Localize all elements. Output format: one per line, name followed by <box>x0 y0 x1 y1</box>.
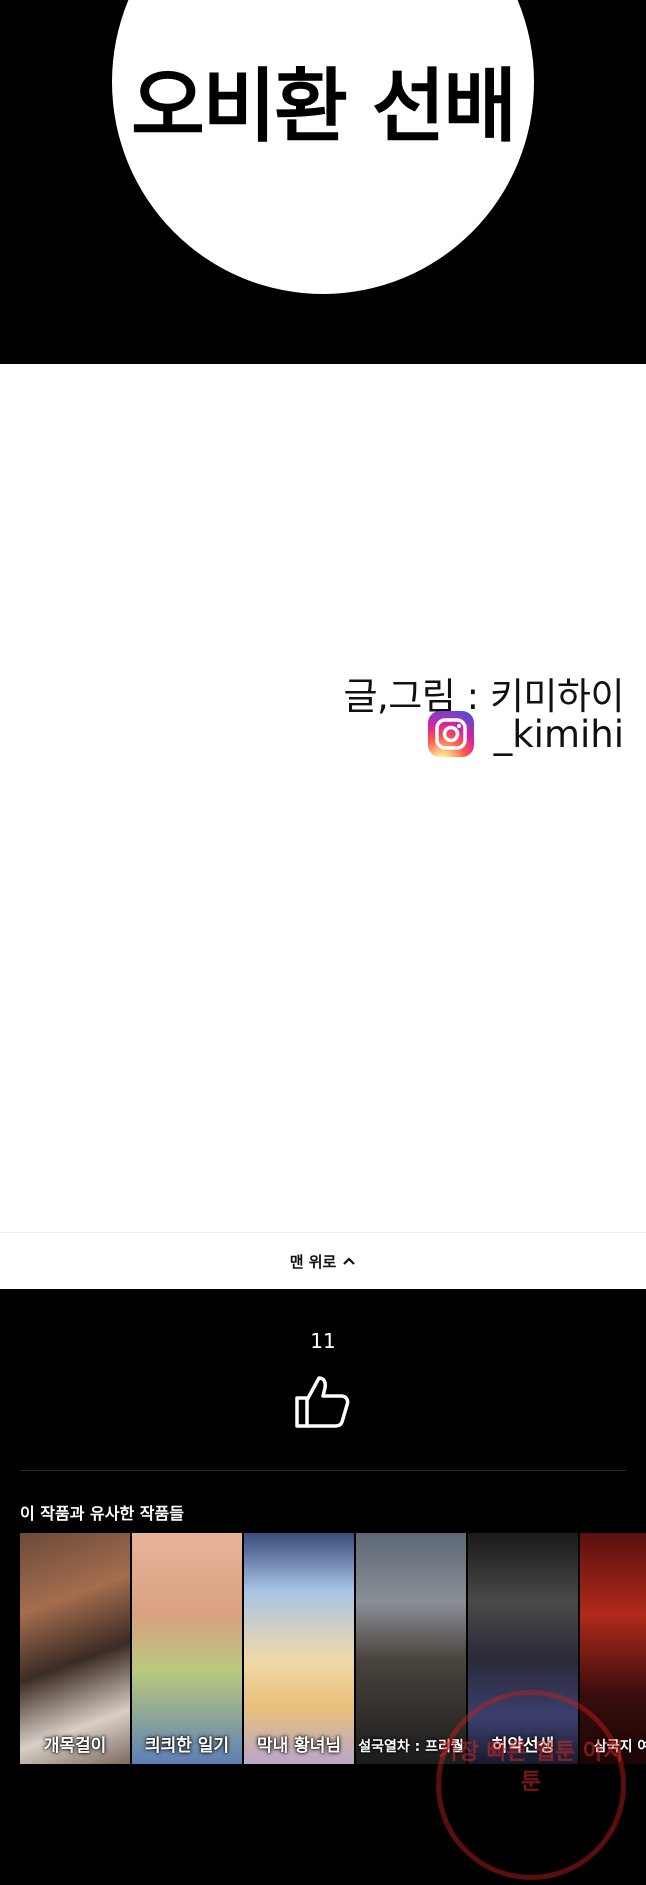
thumbs-up-icon <box>295 1376 350 1428</box>
watermark-text: 가장 빠른 웹툰 아지툰 <box>438 1740 624 1795</box>
cover-image <box>20 1533 130 1764</box>
instagram-credit: _kimihi <box>427 706 624 762</box>
back-to-top-label: 맨 위로 <box>289 1252 337 1271</box>
like-button[interactable] <box>293 1372 353 1432</box>
similar-work-title: 킈킈한 일기 <box>144 1736 230 1756</box>
similar-work-card[interactable]: 킈킈한 일기 <box>132 1533 242 1764</box>
cover-image <box>356 1533 466 1764</box>
similar-work-title: 개목걸이 <box>43 1736 107 1756</box>
instagram-icon <box>427 711 474 757</box>
like-count: 11 <box>310 1329 336 1353</box>
back-to-top-button[interactable]: 맨 위로 <box>0 1232 646 1289</box>
comic-panel-title: 오비환 선배 <box>0 0 646 364</box>
instagram-handle: _kimihi <box>493 712 624 756</box>
similar-work-card[interactable]: 막내 황녀님 <box>244 1533 354 1764</box>
divider <box>20 1470 626 1471</box>
comic-panel-credits: 글,그림 : 키미하이 _kimihi <box>0 364 646 1232</box>
similar-work-card[interactable]: 개목걸이 <box>20 1533 130 1764</box>
similar-work-card[interactable]: 설국열차 : 프리퀄 <box>356 1533 466 1764</box>
similar-work-title: 막내 황녀님 <box>256 1736 342 1756</box>
chevron-up-icon <box>343 1257 356 1265</box>
comic-title: 오비환 선배 <box>131 60 517 153</box>
cover-image <box>132 1533 242 1764</box>
similar-works-heading: 이 작품과 유사한 작품들 <box>20 1504 184 1523</box>
cover-image <box>244 1533 354 1764</box>
